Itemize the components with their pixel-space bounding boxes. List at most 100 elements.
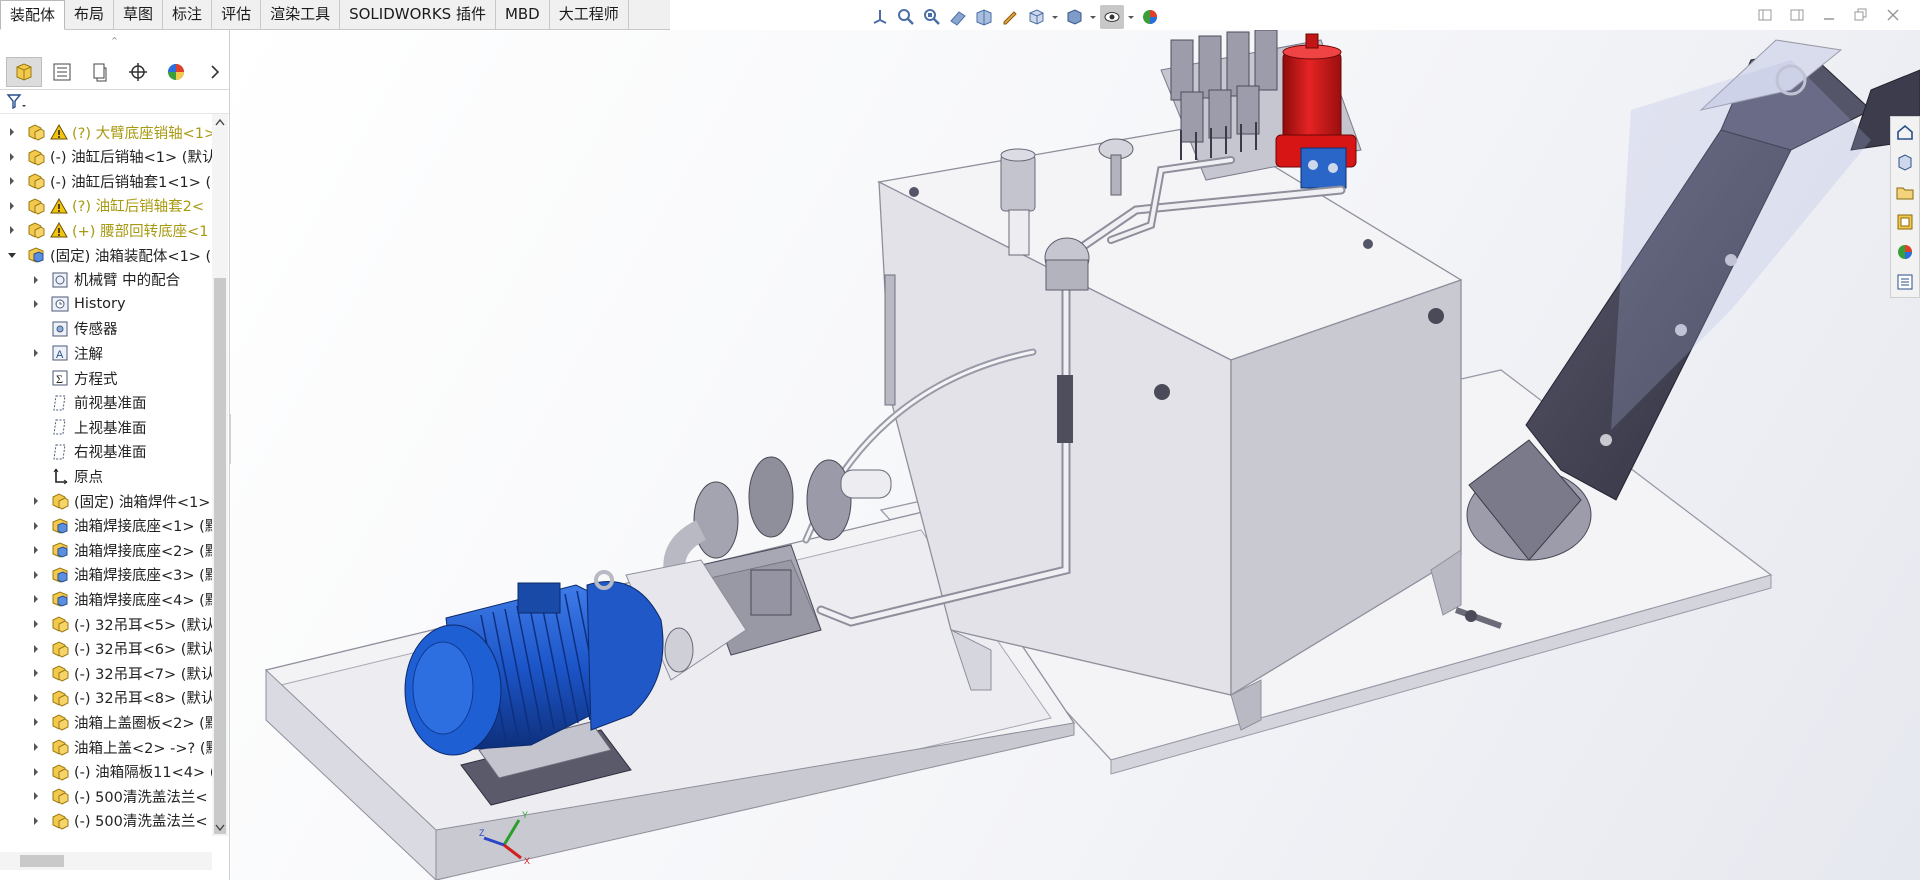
display-style-icon[interactable] (1062, 5, 1086, 29)
chevron-right-icon[interactable] (30, 544, 42, 556)
chevron-right-icon[interactable] (30, 790, 42, 802)
chevron-right-icon[interactable] (6, 126, 18, 138)
scroll-thumb[interactable] (20, 855, 64, 867)
tree-item[interactable]: (-) 32吊耳<8> (默认 (0, 686, 212, 710)
chevron-right-icon[interactable] (6, 224, 18, 236)
section-view-icon[interactable] (972, 5, 996, 29)
tree-item[interactable]: 传感器 (0, 317, 212, 341)
scroll-up-icon[interactable] (212, 114, 228, 130)
chevron-right-icon[interactable] (30, 274, 42, 286)
tree-item[interactable]: (?) 油缸后销轴套2< (0, 194, 212, 218)
custom-properties-icon[interactable] (1891, 269, 1919, 295)
chevron-right-icon[interactable] (30, 716, 42, 728)
tree-item[interactable]: A 注解 (0, 341, 212, 365)
dimxpert-manager-tab[interactable] (120, 57, 156, 87)
tree-item[interactable]: 右视基准面 (0, 440, 212, 464)
minimize-icon[interactable] (1820, 6, 1838, 24)
tree-item[interactable]: 上视基准面 (0, 415, 212, 439)
tree-item[interactable]: 油箱焊接底座<3> (默 (0, 563, 212, 587)
scroll-thumb[interactable] (214, 278, 226, 834)
previous-view-icon[interactable] (946, 5, 970, 29)
command-tab[interactable]: 草图 (114, 0, 164, 30)
command-tab[interactable]: 评估 (212, 0, 262, 30)
command-tab[interactable]: 渲染工具 (261, 0, 341, 30)
assembly-model[interactable] (231, 30, 1920, 880)
property-manager-tab[interactable] (44, 57, 80, 87)
tree-item[interactable]: (-) 32吊耳<5> (默认 (0, 612, 212, 636)
file-explorer-icon[interactable] (1891, 179, 1919, 205)
chevron-right-icon[interactable] (30, 618, 42, 630)
command-tab[interactable]: SOLIDWORKS 插件 (340, 0, 496, 30)
tree-item[interactable]: Σ 方程式 (0, 366, 212, 390)
tree-item[interactable]: (-) 500清洗盖法兰< (0, 784, 212, 808)
tile-right-icon[interactable] (1788, 6, 1806, 24)
display-manager-tab[interactable] (158, 57, 194, 87)
chevron-right-icon[interactable] (30, 815, 42, 827)
close-icon[interactable] (1884, 6, 1902, 24)
zoom-to-area-icon[interactable] (920, 5, 944, 29)
tree-item[interactable]: (-) 油缸后销轴<1> (默认 (0, 145, 212, 169)
chevron-right-icon[interactable] (30, 692, 42, 704)
tree-item[interactable]: 前视基准面 (0, 391, 212, 415)
chevron-right-icon[interactable] (30, 741, 42, 753)
chevron-right-icon[interactable] (30, 667, 42, 679)
tree-item[interactable]: 油箱焊接底座<1> (默 (0, 514, 212, 538)
chevron-right-icon[interactable] (30, 495, 42, 507)
tree-item[interactable]: (?) 大臂底座销轴<1> (0, 120, 212, 144)
command-tab[interactable]: 布局 (65, 0, 115, 30)
chevron-right-icon[interactable] (6, 200, 18, 212)
chevron-right-icon[interactable] (30, 593, 42, 605)
tree-item[interactable]: (-) 32吊耳<6> (默认 (0, 637, 212, 661)
tree-item[interactable]: (-) 油缸后销轴套1<1> ( (0, 169, 212, 193)
feature-manager-tab[interactable] (6, 56, 42, 87)
command-tab[interactable]: 大工程师 (550, 0, 629, 30)
tree-horizontal-scrollbar[interactable] (0, 852, 212, 870)
home-icon[interactable] (1891, 119, 1919, 145)
tree-item[interactable]: 油箱上盖<2> ->? (默 (0, 735, 212, 759)
scroll-down-icon[interactable] (212, 820, 228, 836)
tree-filter[interactable] (0, 90, 229, 114)
restore-icon[interactable] (1852, 6, 1870, 24)
view-orientation-icon[interactable] (1024, 5, 1048, 29)
chevron-right-icon[interactable] (30, 766, 42, 778)
chevron-right-icon[interactable] (30, 298, 42, 310)
dynamic-annotation-icon[interactable] (998, 5, 1022, 29)
tile-left-icon[interactable] (1756, 6, 1774, 24)
hide-show-icon[interactable] (1100, 5, 1124, 29)
edit-appearance-icon[interactable] (1138, 5, 1162, 29)
chevron-right-icon[interactable] (204, 57, 226, 87)
appearances-icon[interactable] (1891, 239, 1919, 265)
configuration-manager-tab[interactable] (82, 57, 118, 87)
chevron-right-icon[interactable] (6, 151, 18, 163)
tree-item[interactable]: 油箱焊接底座<2> (默 (0, 538, 212, 562)
tree-item[interactable]: 机械臂 中的配合 (0, 268, 212, 292)
chevron-down-icon[interactable] (1050, 5, 1060, 29)
chevron-right-icon[interactable] (30, 347, 42, 359)
tree-item[interactable]: (固定) 油箱装配体<1> ( (0, 243, 212, 267)
tree-vertical-scrollbar[interactable] (212, 114, 228, 836)
chevron-right-icon[interactable] (30, 643, 42, 655)
view-palette-icon[interactable] (1891, 209, 1919, 235)
command-tab[interactable]: MBD (496, 0, 550, 30)
chevron-right-icon[interactable] (30, 569, 42, 581)
tree-item[interactable]: 油箱上盖圈板<2> (默 (0, 710, 212, 734)
tree-item[interactable]: 原点 (0, 464, 212, 488)
design-library-icon[interactable] (1891, 149, 1919, 175)
zoom-to-fit-icon[interactable] (894, 5, 918, 29)
tree-item[interactable]: 油箱焊接底座<4> (默 (0, 587, 212, 611)
tree-item[interactable]: (-) 32吊耳<7> (默认 (0, 661, 212, 685)
chevron-right-icon[interactable] (30, 520, 42, 532)
tree-item[interactable]: (固定) 油箱焊件<1> (0, 489, 212, 513)
chevron-down-icon[interactable] (6, 249, 18, 261)
tree-item[interactable]: (-) 500清洗盖法兰< (0, 809, 212, 833)
tree-item[interactable]: History (0, 292, 212, 316)
command-tab[interactable]: 标注 (163, 0, 213, 30)
tree-item[interactable]: (-) 油箱隔板11<4> ( (0, 760, 212, 784)
panel-grip[interactable]: ⌃ (0, 30, 229, 54)
graphics-viewport[interactable]: Y Z X (231, 30, 1920, 880)
tree-item[interactable]: 配合 (0, 833, 212, 836)
chevron-down-icon[interactable] (1088, 5, 1098, 29)
chevron-right-icon[interactable] (6, 175, 18, 187)
command-tab[interactable]: 装配体 (0, 0, 66, 30)
chevron-down-icon[interactable] (1126, 5, 1136, 29)
